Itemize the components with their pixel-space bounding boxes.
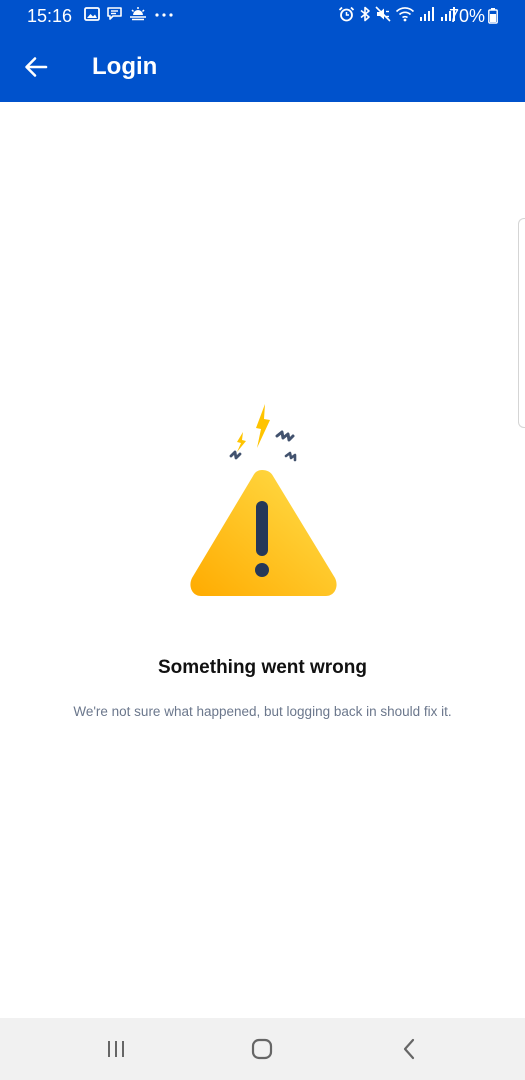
- signal-icon: [420, 7, 434, 21]
- bluetooth-icon: [360, 6, 370, 22]
- mute-icon: [375, 6, 391, 22]
- battery-icon: [488, 8, 498, 24]
- warning-triangle-icon: [190, 404, 337, 596]
- message-icon: [107, 7, 122, 20]
- page-title: Login: [92, 53, 158, 80]
- lightning-bolt-small-icon: [237, 432, 246, 452]
- status-bar: 15:16 70%: [0, 0, 525, 32]
- back-button[interactable]: [18, 49, 54, 85]
- error-message: We're not sure what happened, but loggin…: [73, 704, 452, 719]
- system-nav-bar: [0, 1018, 525, 1080]
- battery-percent: 70%: [448, 6, 485, 26]
- back-icon: [403, 1038, 415, 1060]
- error-title: Something went wrong: [158, 657, 367, 678]
- recent-apps-icon: [108, 1041, 124, 1057]
- app-bar: Login: [0, 32, 525, 102]
- weather-icon: [130, 7, 146, 21]
- lightning-bolt-icon: [256, 404, 270, 448]
- alarm-icon: [338, 6, 355, 22]
- status-right-icons: [338, 6, 457, 22]
- edge-panel-handle[interactable]: [518, 218, 525, 428]
- image-icon: [84, 6, 100, 21]
- home-icon: [251, 1038, 273, 1060]
- arrow-left-icon: [25, 57, 48, 77]
- nav-back-button[interactable]: [389, 1032, 429, 1066]
- wifi-icon: [395, 7, 415, 22]
- recent-apps-button[interactable]: [96, 1032, 136, 1066]
- home-button[interactable]: [242, 1032, 282, 1066]
- status-time: 15:16: [27, 6, 73, 26]
- more-dots-icon: [155, 12, 173, 17]
- status-left-icons: [84, 6, 175, 21]
